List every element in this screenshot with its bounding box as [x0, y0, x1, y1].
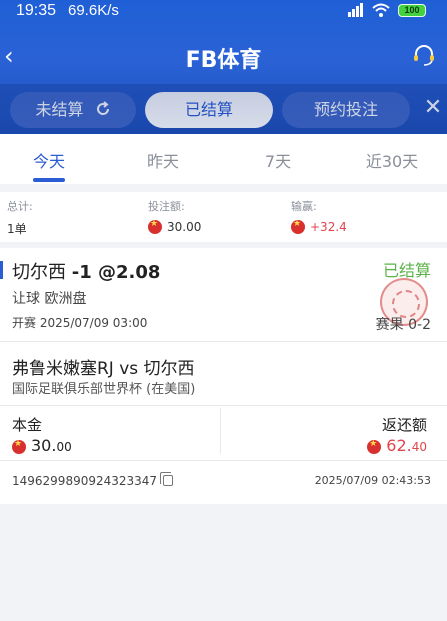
- match-start-time: 开赛 2025/07/09 03:00: [12, 316, 148, 330]
- signal-icon: [348, 3, 363, 17]
- league-name: 国际足联俱乐部世界杯 (在美国): [12, 382, 196, 397]
- battery-icon: 100: [398, 4, 426, 17]
- status-time: 19:35: [16, 2, 57, 19]
- tab-yesterday[interactable]: 昨天: [123, 148, 203, 172]
- bet-record-card[interactable]: 切尔西 -1 @2.08 已结算 让球 欧洲盘 开赛 2025/07/09 03…: [0, 248, 447, 504]
- bet-selection: 切尔西 -1 @2.08: [12, 258, 160, 284]
- summary-total-value: 1单: [7, 222, 27, 236]
- return-label: 返还额: [381, 416, 427, 434]
- divider: [0, 405, 447, 406]
- principal-int: 30.: [31, 436, 57, 455]
- tab-today[interactable]: 今天: [9, 148, 89, 172]
- order-id: 1496299890924323347: [12, 472, 174, 488]
- bet-handicap-odds: -1 @2.08: [71, 262, 161, 283]
- accent-bar: [0, 261, 3, 279]
- return-dec: 40: [411, 440, 427, 454]
- summary-total: 总计: 1单: [7, 198, 33, 237]
- tab-settled[interactable]: 已结算: [145, 92, 273, 128]
- match-result: 赛果 0-2: [375, 317, 431, 333]
- principal-amount: 30.00: [12, 436, 72, 455]
- bet-market: 让球 欧洲盘: [12, 291, 87, 307]
- divider: [0, 341, 447, 342]
- return-int: 62.: [386, 436, 412, 455]
- principal-dec: 00: [56, 440, 72, 454]
- tab-unsettled-label: 未结算: [35, 100, 84, 119]
- summary-stake-label: 投注额:: [148, 200, 185, 213]
- order-time: 2025/07/09 02:43:53: [314, 474, 431, 487]
- active-tab-indicator: [33, 178, 65, 182]
- currency-icon: [291, 219, 305, 234]
- page-title: FB体育: [185, 48, 262, 73]
- principal-label: 本金: [12, 416, 43, 434]
- order-id-value: 1496299890924323347: [12, 474, 158, 488]
- summary-pnl: 输赢: +32.4: [291, 198, 347, 234]
- summary-pnl-value: +32.4: [310, 220, 347, 234]
- currency-icon: [367, 439, 382, 454]
- tab-7-days[interactable]: 7天: [238, 148, 318, 172]
- currency-icon: [12, 439, 26, 454]
- summary-card: 总计: 1单 投注额: 30.00 输赢: +32.4: [0, 192, 447, 242]
- tab-unsettled[interactable]: 未结算: [10, 92, 136, 128]
- wifi-icon: [372, 3, 390, 17]
- copy-icon[interactable]: [160, 472, 174, 486]
- date-filter-tabs: 今天 昨天 7天 近30天: [0, 134, 447, 184]
- refresh-icon[interactable]: [95, 101, 111, 117]
- currency-icon: [148, 219, 162, 234]
- customer-service-icon[interactable]: [412, 43, 436, 67]
- divider: [0, 460, 447, 461]
- status-bar: 19:35 69.6K/s 100: [0, 0, 447, 22]
- header-bar: 19:35 69.6K/s 100 ‹ FB体育 未结算 已结算 预约投注 ✕: [0, 0, 447, 134]
- summary-stake: 投注额: 30.00: [148, 198, 201, 234]
- status-network-speed: 69.6K/s: [68, 2, 119, 19]
- tab-scheduled-bets[interactable]: 预约投注: [282, 92, 410, 128]
- return-amount: 62.40: [367, 436, 427, 455]
- match-title: 弗鲁米嫩塞RJ vs 切尔西: [12, 359, 195, 379]
- summary-total-label: 总计:: [7, 200, 33, 213]
- bet-pick-team: 切尔西: [12, 262, 66, 283]
- close-icon[interactable]: ✕: [423, 97, 443, 119]
- summary-stake-value: 30.00: [167, 220, 202, 234]
- summary-pnl-label: 输赢:: [291, 200, 317, 213]
- vertical-divider: [220, 408, 221, 454]
- tab-30-days[interactable]: 近30天: [352, 148, 432, 172]
